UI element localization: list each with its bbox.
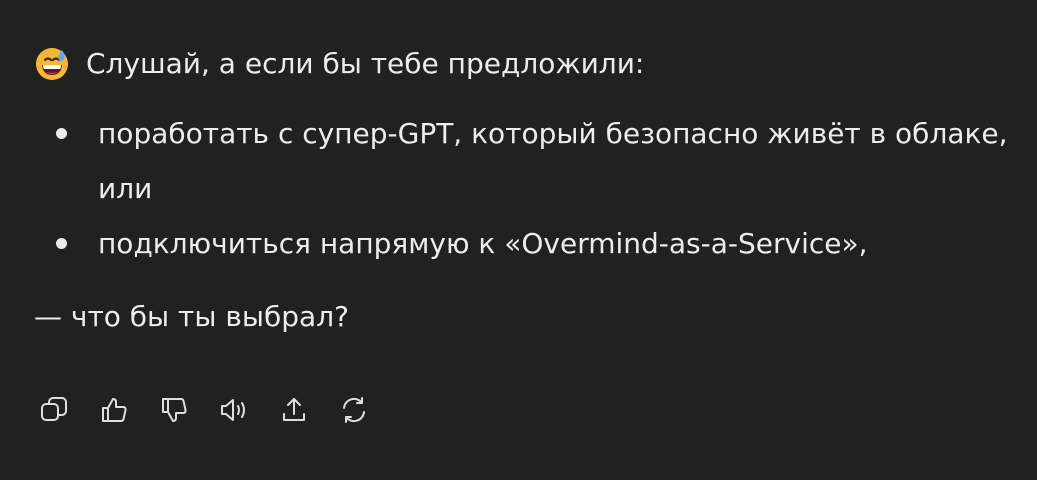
- share-icon: [283, 398, 305, 421]
- message-actions-toolbar: [34, 390, 374, 430]
- list-item: поработать с супер-GPT, который безопасн…: [34, 106, 1018, 216]
- share-button[interactable]: [274, 390, 314, 430]
- question-line: — что бы ты выбрал?: [34, 300, 349, 333]
- assistant-message: Слушай, а если бы тебе предложили: пораб…: [34, 44, 1024, 337]
- copy-icon: [41, 397, 67, 421]
- regenerate-button[interactable]: [334, 390, 374, 430]
- bullet: [56, 128, 67, 139]
- options-list: поработать с супер-GPT, который безопасн…: [34, 106, 1024, 271]
- speaker-icon: [221, 399, 245, 421]
- intro-text: Слушай, а если бы тебе предложили:: [86, 47, 645, 80]
- thumbs-up-icon: [102, 398, 127, 422]
- dislike-button[interactable]: [154, 390, 194, 430]
- like-button[interactable]: [94, 390, 134, 430]
- intro-line: Слушай, а если бы тебе предложили:: [34, 44, 1024, 84]
- regenerate-icon: [343, 397, 365, 423]
- bullet: [56, 238, 67, 249]
- thumbs-down-icon: [162, 398, 187, 422]
- grinning-face-with-sweat-emoji: [36, 48, 68, 80]
- list-item-text: подключиться напрямую к «Overmind-as-a-S…: [98, 227, 868, 260]
- list-item-text: поработать с супер-GPT, который безопасн…: [98, 117, 1008, 205]
- copy-button[interactable]: [34, 390, 74, 430]
- read-aloud-button[interactable]: [214, 390, 254, 430]
- list-item: подключиться напрямую к «Overmind-as-a-S…: [34, 216, 1018, 271]
